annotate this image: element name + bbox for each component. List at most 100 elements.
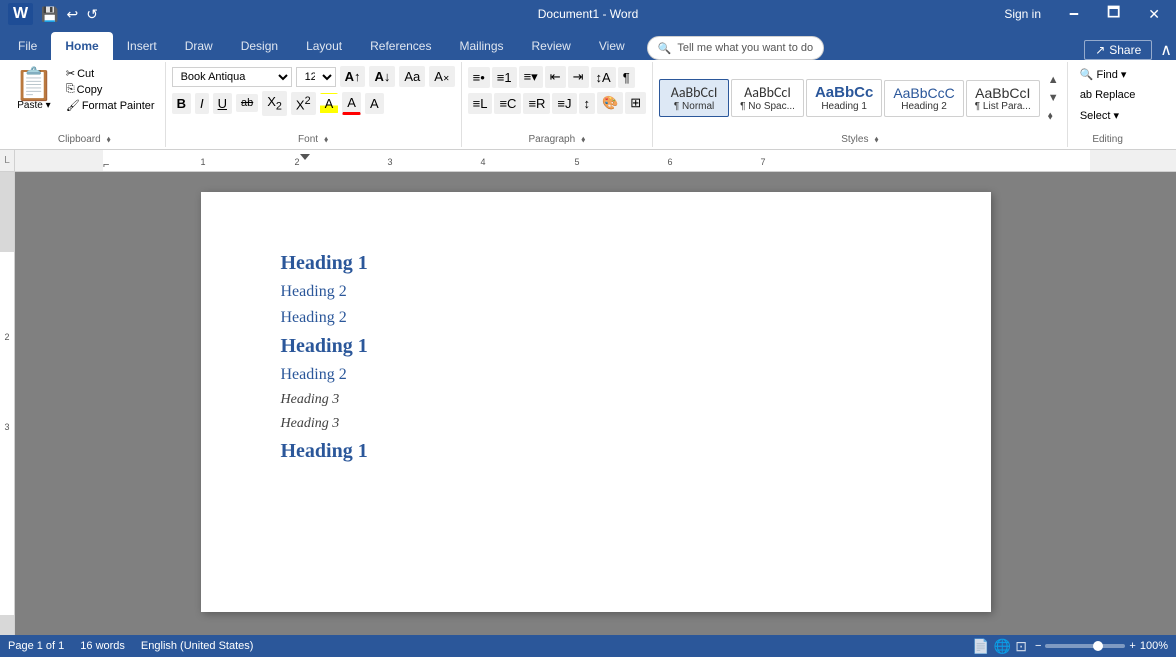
text-effects-button[interactable]: A <box>365 93 384 114</box>
title-bar-left: W 💾 ↩ ↺ <box>8 3 98 25</box>
underline-button[interactable]: U <box>213 93 232 114</box>
zoom-slider-thumb[interactable] <box>1093 641 1103 651</box>
tab-home[interactable]: Home <box>51 32 112 60</box>
text-highlight-button[interactable]: A <box>320 93 339 114</box>
line-spacing-button[interactable]: ↕ <box>579 93 596 114</box>
save-quickaccess-icon[interactable]: 💾 <box>41 6 58 23</box>
zoom-out-button[interactable]: − <box>1035 640 1041 652</box>
tab-design[interactable]: Design <box>227 32 292 60</box>
maximize-icon[interactable]: 🗖 <box>1099 0 1128 28</box>
heading-line-4[interactable]: Heading 1 <box>281 335 911 358</box>
styles-group: AaBbCcI ¶ Normal AaBbCcI ¶ No Spac... Aa… <box>653 62 1068 147</box>
word-count: 16 words <box>80 640 125 652</box>
center-button[interactable]: ≡C <box>494 93 521 114</box>
align-left-button[interactable]: ≡L <box>468 93 493 114</box>
heading-line-3[interactable]: Heading 2 <box>281 309 911 327</box>
style-normal[interactable]: AaBbCcI ¶ Normal <box>659 79 729 117</box>
word-logo-icon[interactable]: W <box>8 3 33 25</box>
tab-layout[interactable]: Layout <box>292 32 356 60</box>
styles-scroll-down-icon[interactable]: ▼ <box>1046 90 1061 106</box>
tab-stop[interactable]: ⌐ <box>103 159 109 171</box>
redo-icon[interactable]: ↺ <box>86 6 98 23</box>
italic-button[interactable]: I <box>195 93 209 114</box>
search-icon: 🔍 <box>658 42 672 55</box>
ruler-corner[interactable]: L <box>0 150 15 172</box>
copy-button[interactable]: ⎘ Copy <box>62 82 159 97</box>
styles-label: Styles ⬧ <box>659 132 1061 145</box>
shrink-font-button[interactable]: A↓ <box>369 66 395 87</box>
tab-references[interactable]: References <box>356 32 445 60</box>
heading-line-6[interactable]: Heading 3 <box>281 392 911 408</box>
sign-in-button[interactable]: Sign in <box>996 5 1049 23</box>
indent-marker[interactable] <box>300 154 310 160</box>
document-page[interactable]: Heading 1 Heading 2 Heading 2 Heading 1 … <box>201 192 991 612</box>
paste-button[interactable]: 📋 Paste ▾ <box>10 66 58 113</box>
tab-file[interactable]: File <box>4 32 51 60</box>
font-color-button[interactable]: A <box>342 92 361 115</box>
close-icon[interactable]: ✕ <box>1140 4 1168 25</box>
heading-line-8[interactable]: Heading 1 <box>281 440 911 463</box>
find-button[interactable]: 🔍 Find ▾ <box>1074 66 1133 83</box>
borders-button[interactable]: ⊞ <box>625 92 646 114</box>
clear-formatting-button[interactable]: A✕ <box>429 66 454 87</box>
styles-scroll-up-icon[interactable]: ▲ <box>1046 72 1061 88</box>
style-heading1[interactable]: AaBbCc Heading 1 <box>806 79 882 117</box>
zoom-slider-track[interactable] <box>1045 644 1125 648</box>
strikethrough-button[interactable]: ab <box>236 94 258 112</box>
select-button[interactable]: Select ▾ <box>1074 107 1125 124</box>
increase-indent-button[interactable]: ⇥ <box>568 66 589 88</box>
heading-line-7[interactable]: Heading 3 <box>281 416 911 432</box>
shading-button[interactable]: 🎨 <box>597 92 623 114</box>
tab-draw[interactable]: Draw <box>171 32 227 60</box>
close-pane-btn[interactable]: ∧ <box>1160 40 1172 60</box>
ruler-mark-4: 4 <box>480 157 485 167</box>
share-button[interactable]: ↗ Share <box>1084 40 1152 60</box>
superscript-button[interactable]: X2 <box>291 92 316 115</box>
focus-view-icon[interactable]: ⊡ <box>1015 638 1027 655</box>
format-painter-button[interactable]: 🖌 Format Painter <box>62 98 159 113</box>
zoom-in-button[interactable]: + <box>1129 640 1135 652</box>
web-layout-view-icon[interactable]: 🌐 <box>994 638 1011 655</box>
tab-review[interactable]: Review <box>518 32 585 60</box>
styles-expand-icon[interactable]: ⬧ <box>874 134 878 145</box>
font-name-select[interactable]: Book Antiqua <box>172 67 292 87</box>
styles-more-icon[interactable]: ⬧ <box>1046 108 1061 125</box>
style-list-para[interactable]: AaBbCcI ¶ List Para... <box>966 80 1040 117</box>
style-heading2[interactable]: AaBbCcC Heading 2 <box>884 80 963 117</box>
multilevel-button[interactable]: ≡▾ <box>519 66 543 88</box>
sort-button[interactable]: ↕A <box>591 67 616 88</box>
paragraph-expand-icon[interactable]: ⬧ <box>581 134 585 145</box>
heading-line-1[interactable]: Heading 1 <box>281 252 911 275</box>
heading-line-2[interactable]: Heading 2 <box>281 283 911 301</box>
cut-button[interactable]: ✂ Cut <box>62 66 159 81</box>
page-container[interactable]: Heading 1 Heading 2 Heading 2 Heading 1 … <box>15 172 1176 635</box>
font-expand-icon[interactable]: ⬧ <box>324 134 328 145</box>
change-case-button[interactable]: Aa <box>399 66 425 87</box>
show-formatting-button[interactable]: ¶ <box>618 67 635 88</box>
heading-line-5[interactable]: Heading 2 <box>281 366 911 384</box>
restore-down-icon[interactable]: 🗕 <box>1061 0 1087 28</box>
vert-ruler-bot <box>0 615 14 635</box>
undo-icon[interactable]: ↩ <box>67 6 79 23</box>
tab-mailings[interactable]: Mailings <box>445 32 517 60</box>
font-size-select[interactable]: 12 <box>296 67 336 87</box>
tab-view[interactable]: View <box>585 32 639 60</box>
clipboard-expand-icon[interactable]: ⬧ <box>107 134 111 145</box>
grow-font-button[interactable]: A↑ <box>340 66 366 87</box>
bold-button[interactable]: B <box>172 93 191 114</box>
tell-me-box[interactable]: 🔍 Tell me what you want to do <box>647 36 824 60</box>
decrease-indent-button[interactable]: ⇤ <box>545 66 566 88</box>
horizontal-ruler: 1 2 3 4 5 6 7 ⌐ <box>15 150 1176 172</box>
numbering-button[interactable]: ≡1 <box>492 67 517 88</box>
zoom-level: 100% <box>1140 640 1168 652</box>
replace-button[interactable]: ab Replace <box>1074 87 1142 103</box>
align-right-button[interactable]: ≡R <box>523 93 550 114</box>
style-no-spacing[interactable]: AaBbCcI ¶ No Spac... <box>731 79 804 117</box>
font-label: Font ⬧ <box>172 132 455 145</box>
bullets-button[interactable]: ≡• <box>468 67 490 88</box>
justify-button[interactable]: ≡J <box>552 93 576 114</box>
tab-insert[interactable]: Insert <box>113 32 171 60</box>
subscript-button[interactable]: X2 <box>262 91 287 116</box>
style-normal-label: ¶ Normal <box>668 101 720 112</box>
print-layout-view-icon[interactable]: 📄 <box>972 638 989 655</box>
